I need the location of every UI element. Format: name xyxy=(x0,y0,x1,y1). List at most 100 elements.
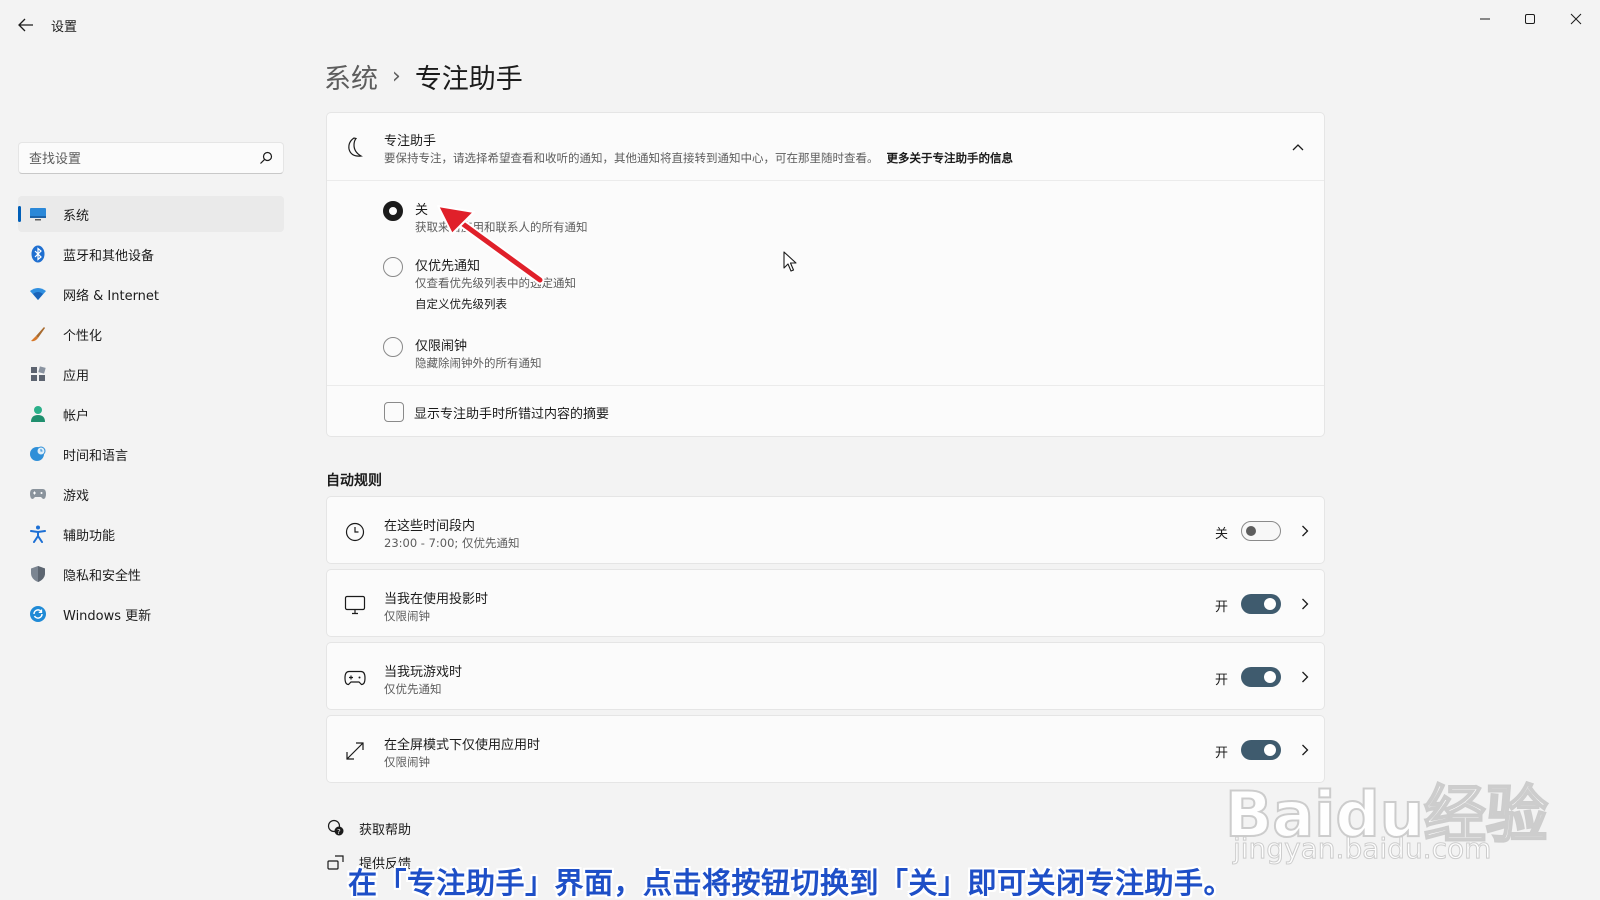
sidebar-item-label: 时间和语言 xyxy=(63,448,129,464)
fullscreen-icon xyxy=(344,740,366,762)
clock-icon xyxy=(344,521,366,543)
brush-icon xyxy=(29,325,47,343)
sidebar-item-privacy[interactable]: 隐私和安全性 xyxy=(18,556,284,592)
search-input[interactable] xyxy=(29,149,249,169)
window-title: 设置 xyxy=(51,20,78,35)
rule-toggle[interactable] xyxy=(1241,521,1281,541)
sidebar-item-personalization[interactable]: 个性化 xyxy=(18,316,284,352)
help-chat-icon: ? xyxy=(326,818,346,838)
toggle-state-label: 关 xyxy=(1215,527,1229,542)
rule-duplicating-display[interactable]: 当我在使用投影时 仅限闹钟 开 xyxy=(326,569,1325,637)
radio-label: 关 xyxy=(415,203,429,218)
close-button[interactable] xyxy=(1561,8,1591,30)
rule-title: 在全屏模式下仅使用应用时 xyxy=(384,738,541,753)
sidebar-item-label: 蓝牙和其他设备 xyxy=(63,248,155,264)
collapse-button[interactable] xyxy=(1286,137,1310,157)
radio-description: 隐藏除闹钟外的所有通知 xyxy=(415,356,542,370)
gamepad-icon xyxy=(29,485,47,503)
radio-button[interactable] xyxy=(383,337,403,357)
back-button[interactable] xyxy=(14,14,38,36)
summary-checkbox[interactable] xyxy=(384,402,404,422)
rule-subtitle: 仅优先通知 xyxy=(384,682,442,696)
page-title: 专注助手 xyxy=(414,63,523,95)
maximize-button[interactable] xyxy=(1515,8,1545,30)
minimize-icon xyxy=(1480,18,1490,20)
summary-checkbox-label[interactable]: 显示专注助手时所错过内容的摘要 xyxy=(414,403,609,422)
rule-title: 当我玩游戏时 xyxy=(384,665,463,680)
sidebar-item-time-language[interactable]: 时间和语言 xyxy=(18,436,284,472)
baidu-watermark: Baidu经验 jingyan.baidu.com xyxy=(1224,720,1549,870)
chevron-right-icon[interactable] xyxy=(1295,521,1315,541)
toggle-knob xyxy=(1264,598,1276,610)
summary-row: 显示专注助手时所错过内容的摘要 xyxy=(327,385,1324,437)
account-icon xyxy=(29,405,47,423)
feedback-icon xyxy=(326,852,346,872)
focus-assist-header[interactable]: 专注助手 要保持专注，请选择希望查看和收听的通知，其他通知将直接转到通知中心，可… xyxy=(327,113,1324,181)
breadcrumb: 系统 › 专注助手 xyxy=(324,56,523,96)
rule-fullscreen-app[interactable]: 在全屏模式下仅使用应用时 仅限闹钟 开 xyxy=(326,715,1325,783)
rule-during-these-times[interactable]: 在这些时间段内 23:00 - 7:00; 仅优先通知 关 xyxy=(326,496,1325,564)
learn-more-link[interactable]: 更多关于专注助手的信息 xyxy=(887,151,1014,165)
search-icon[interactable] xyxy=(259,151,273,165)
focus-assist-title: 专注助手 xyxy=(384,134,437,149)
globe-clock-icon xyxy=(29,445,47,463)
display-icon xyxy=(344,594,366,616)
annotation-arrow-icon xyxy=(437,205,545,285)
sidebar-item-network[interactable]: 网络 & Internet xyxy=(18,276,284,312)
update-icon xyxy=(29,605,47,623)
section-title-auto-rules: 自动规则 xyxy=(326,473,382,489)
sidebar-item-bluetooth[interactable]: 蓝牙和其他设备 xyxy=(18,236,284,272)
rule-toggle[interactable] xyxy=(1241,667,1281,687)
sidebar-item-label: 游戏 xyxy=(63,488,90,504)
sidebar-item-label: 个性化 xyxy=(63,328,103,344)
breadcrumb-separator: › xyxy=(392,63,401,89)
sidebar-item-label: Windows 更新 xyxy=(63,608,152,624)
radio-label: 仅限闹钟 xyxy=(415,339,468,354)
shield-icon xyxy=(29,565,47,583)
sidebar-item-label: 网络 & Internet xyxy=(63,288,160,304)
accessibility-icon xyxy=(29,525,47,543)
rule-title: 当我在使用投影时 xyxy=(384,592,489,607)
gamepad-icon xyxy=(344,667,366,689)
sidebar-nav: 系统 蓝牙和其他设备 网络 & Internet 个性化 应用 帐户 时间和语言… xyxy=(18,196,284,636)
rule-title: 在这些时间段内 xyxy=(384,519,476,534)
rule-toggle[interactable] xyxy=(1241,594,1281,614)
sidebar-item-accessibility[interactable]: 辅助功能 xyxy=(18,516,284,552)
sidebar-item-accounts[interactable]: 帐户 xyxy=(18,396,284,432)
radio-button[interactable] xyxy=(383,201,403,221)
svg-text:?: ? xyxy=(337,828,341,836)
sidebar-item-windows-update[interactable]: Windows 更新 xyxy=(18,596,284,632)
monitor-icon xyxy=(29,205,47,223)
sidebar-item-label: 隐私和安全性 xyxy=(63,568,142,584)
customize-priority-list-link[interactable]: 自定义优先级列表 xyxy=(415,296,507,312)
get-help-link[interactable]: ? 获取帮助 xyxy=(326,817,411,839)
radio-button[interactable] xyxy=(383,257,403,277)
minimize-button[interactable] xyxy=(1470,8,1500,30)
sidebar-item-gaming[interactable]: 游戏 xyxy=(18,476,284,512)
sidebar-item-apps[interactable]: 应用 xyxy=(18,356,284,392)
get-help-label: 获取帮助 xyxy=(359,822,412,838)
toggle-state-label: 开 xyxy=(1215,673,1229,688)
apps-icon xyxy=(29,365,47,383)
moon-icon xyxy=(348,137,363,157)
focus-assist-description-text: 要保持专注，请选择希望查看和收听的通知，其他通知将直接转到通知中心，可在那里随时… xyxy=(384,151,879,165)
chevron-right-icon[interactable] xyxy=(1295,594,1315,614)
tutorial-caption: 在「专注助手」界面，点击将按钮切换到「关」即可关闭专注助手。 xyxy=(348,866,1234,900)
arrow-left-icon xyxy=(18,18,33,32)
chevron-up-icon xyxy=(1292,144,1304,151)
watermark-url: jingyan.baidu.com xyxy=(1232,832,1492,866)
wifi-icon xyxy=(29,285,47,303)
breadcrumb-parent-link[interactable]: 系统 xyxy=(324,57,378,96)
focus-assist-description: 要保持专注，请选择希望查看和收听的通知，其他通知将直接转到通知中心，可在那里随时… xyxy=(384,150,1013,166)
sidebar-item-label: 帐户 xyxy=(63,408,90,424)
sidebar-item-label: 系统 xyxy=(63,208,90,224)
chevron-right-icon[interactable] xyxy=(1295,667,1315,687)
sidebar-item-label: 应用 xyxy=(63,368,90,384)
toggle-knob xyxy=(1246,526,1256,536)
rule-playing-game[interactable]: 当我玩游戏时 仅优先通知 开 xyxy=(326,642,1325,710)
search-box xyxy=(18,142,284,174)
sidebar-item-system[interactable]: 系统 xyxy=(18,196,284,232)
sidebar-item-label: 辅助功能 xyxy=(63,528,116,544)
rule-subtitle: 23:00 - 7:00; 仅优先通知 xyxy=(384,536,520,550)
rule-subtitle: 仅限闹钟 xyxy=(384,755,430,769)
